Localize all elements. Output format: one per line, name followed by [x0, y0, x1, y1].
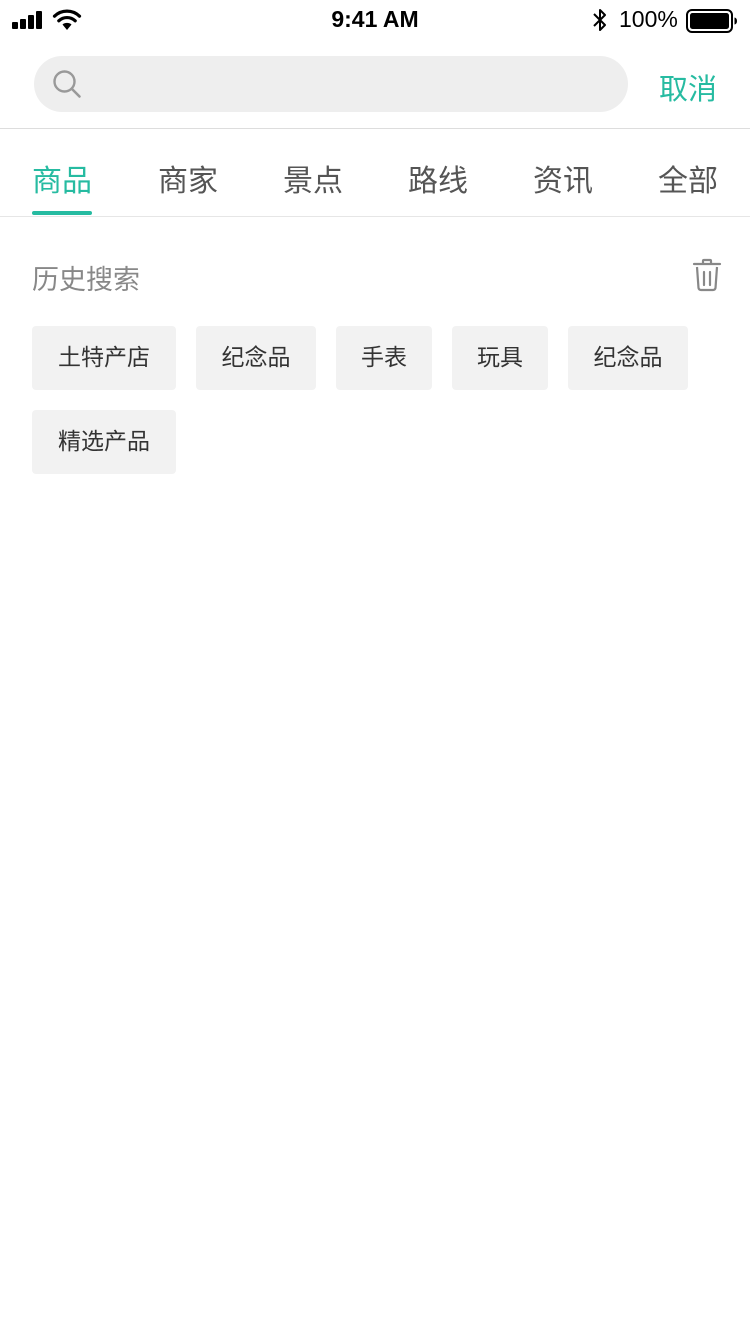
cancel-button[interactable]: 取消 [659, 66, 717, 108]
battery-icon [686, 9, 737, 33]
history-tag[interactable]: 手表 [336, 326, 432, 390]
history-tag[interactable]: 玩具 [452, 326, 548, 390]
history-tag[interactable]: 土特产店 [32, 326, 176, 390]
tab-routes[interactable]: 路线 [408, 156, 468, 199]
bluetooth-icon [593, 9, 606, 31]
search-header: 取消 [0, 40, 750, 128]
trash-icon[interactable] [692, 258, 722, 292]
history-title: 历史搜索 [32, 265, 140, 296]
status-bar: 9:41 AM 100% [0, 0, 750, 40]
search-box[interactable] [34, 56, 628, 112]
tab-all[interactable]: 全部 [658, 156, 718, 199]
tab-news[interactable]: 资讯 [533, 156, 593, 199]
history-tag[interactable]: 纪念品 [196, 326, 316, 390]
battery-percent: 100% [619, 6, 678, 32]
tabs-divider [0, 216, 750, 217]
active-tab-indicator [32, 211, 92, 215]
search-input[interactable] [96, 56, 616, 112]
history-tag[interactable]: 精选产品 [32, 410, 176, 474]
tab-merchants[interactable]: 商家 [158, 156, 218, 199]
tab-attractions[interactable]: 景点 [283, 156, 343, 199]
category-tabs: 商品 商家 景点 路线 资讯 全部 [0, 129, 750, 216]
search-icon [53, 70, 81, 98]
tab-products[interactable]: 商品 [32, 156, 92, 199]
history-tag[interactable]: 纪念品 [568, 326, 688, 390]
